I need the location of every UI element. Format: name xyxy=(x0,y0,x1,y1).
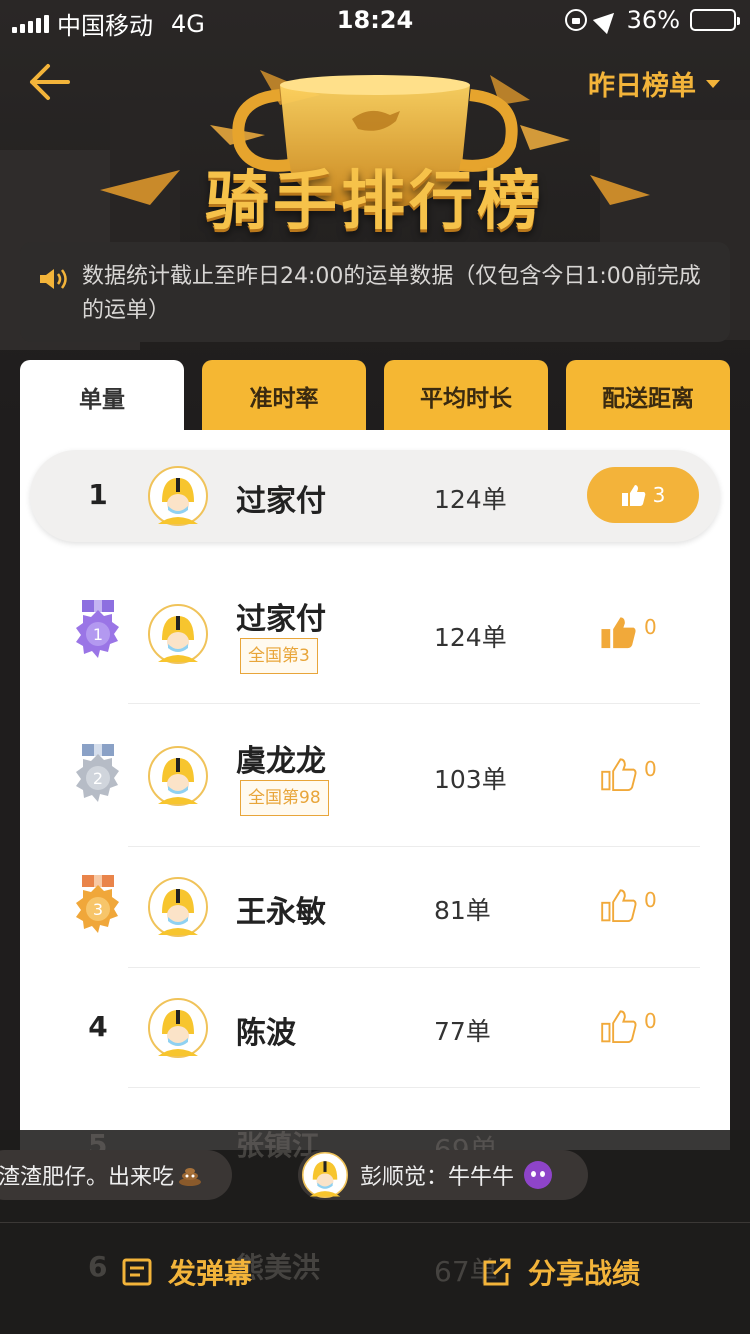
rank-number: 4 xyxy=(88,1010,108,1043)
rider-avatar xyxy=(148,466,208,526)
list-item: 3 王永敏 81单 0 xyxy=(20,847,730,968)
rider-avatar xyxy=(148,746,208,806)
list-item: 1 过家付 全国第3 124单 0 xyxy=(20,562,730,704)
status-bar: 中国移动 4G 18:24 36% xyxy=(0,0,750,40)
danmaku-text: 彭顺觉：牛牛牛 xyxy=(360,1165,515,1190)
like-count: 0 xyxy=(644,757,657,781)
share-label: 分享战绩 xyxy=(528,1257,641,1290)
user-avatar xyxy=(302,1152,348,1198)
thumbs-up-outline-icon xyxy=(601,889,637,923)
obscured-rank: 6 xyxy=(88,1250,108,1283)
danmaku-bubble: 彭顺觉：牛牛牛 xyxy=(298,1150,588,1200)
thumbs-up-icon xyxy=(621,485,645,506)
list-item: 2 虞龙龙 全国第98 103单 0 xyxy=(20,704,730,847)
notice-banner: 数据统计截止至昨日24:00的运单数据（仅包含今日1:00前完成的运单） xyxy=(20,242,730,342)
like-count: 0 xyxy=(644,888,657,912)
rider-name: 王永敏 xyxy=(236,895,326,930)
back-arrow-icon[interactable] xyxy=(26,62,72,102)
battery-percent: 36% xyxy=(626,6,680,34)
like-button[interactable]: 0 xyxy=(600,887,657,923)
tab-on-time-rate[interactable]: 准时率 xyxy=(202,360,366,432)
caret-down-icon xyxy=(706,79,720,88)
battery-icon xyxy=(690,9,740,31)
list-item: 4 陈波 77单 0 xyxy=(20,968,730,1088)
like-button[interactable]: 3 xyxy=(587,467,699,523)
national-rank-badge: 全国第3 xyxy=(240,638,318,674)
tab-order-count[interactable]: 单量 xyxy=(20,360,184,434)
location-icon xyxy=(592,5,621,35)
rider-avatar xyxy=(148,604,208,664)
send-danmaku-label: 发弹幕 xyxy=(168,1257,253,1290)
rider-name: 陈波 xyxy=(236,1016,296,1051)
like-count: 3 xyxy=(652,483,666,507)
like-button[interactable]: 0 xyxy=(600,614,657,650)
national-rank-badge: 全国第98 xyxy=(240,780,329,816)
notice-text: 数据统计截止至昨日24:00的运单数据（仅包含今日1:00前完成的运单） xyxy=(82,264,701,323)
rider-name: 过家付 xyxy=(236,602,326,637)
my-rank-row: 1 过家付 124单 3 xyxy=(30,450,720,542)
order-count: 124单 xyxy=(434,485,507,514)
rider-avatar xyxy=(148,877,208,937)
like-count: 0 xyxy=(644,615,657,639)
poop-emoji-icon xyxy=(179,1168,202,1186)
danmaku-icon xyxy=(122,1258,152,1286)
share-icon xyxy=(483,1258,511,1286)
svg-text:3: 3 xyxy=(93,900,103,919)
divider xyxy=(0,1222,750,1223)
rider-name: 虞龙龙 xyxy=(236,744,326,779)
row-divider xyxy=(128,1087,700,1088)
like-button[interactable]: 0 xyxy=(600,756,657,792)
bronze-medal-icon: 3 xyxy=(76,875,119,933)
devil-emoji-icon xyxy=(524,1161,553,1189)
rider-name: 过家付 xyxy=(236,484,326,519)
order-count: 103单 xyxy=(434,765,507,794)
order-count: 77单 xyxy=(434,1017,491,1046)
like-count: 0 xyxy=(644,1009,657,1033)
danmaku-bubble: 渣渣肥仔。出来吃 xyxy=(0,1150,232,1200)
leaderboard-list: 1 过家付 124单 3 1 过家付 全国第3 124单 0 2 虞龙龙 全国第… xyxy=(20,430,730,1150)
speaker-icon xyxy=(40,269,67,289)
svg-text:2: 2 xyxy=(93,769,103,788)
tab-average-duration[interactable]: 平均时长 xyxy=(384,360,548,432)
send-danmaku-button[interactable]: 发弹幕 xyxy=(122,1252,252,1292)
rider-avatar xyxy=(148,998,208,1058)
silver-medal-icon: 2 xyxy=(76,744,119,802)
thumbs-up-outline-icon xyxy=(601,1010,637,1044)
thumbs-up-outline-icon xyxy=(601,758,637,792)
share-button[interactable]: 分享战绩 xyxy=(482,1252,640,1292)
like-button[interactable]: 0 xyxy=(600,1008,657,1044)
rank-number: 1 xyxy=(88,478,108,511)
order-count: 124单 xyxy=(434,623,507,652)
danmaku-text: 渣渣肥仔。出来吃 xyxy=(0,1165,175,1190)
thumbs-up-filled-icon xyxy=(601,617,636,649)
svg-text:1: 1 xyxy=(93,625,103,644)
rotation-lock-icon xyxy=(564,9,587,31)
order-count: 81单 xyxy=(434,896,491,925)
purple-medal-icon: 1 xyxy=(76,600,119,658)
tab-delivery-distance[interactable]: 配送距离 xyxy=(566,360,730,432)
page-title: 骑手排行榜 xyxy=(205,165,545,239)
metric-tabs: 单量 准时率 平均时长 配送距离 xyxy=(20,360,730,434)
